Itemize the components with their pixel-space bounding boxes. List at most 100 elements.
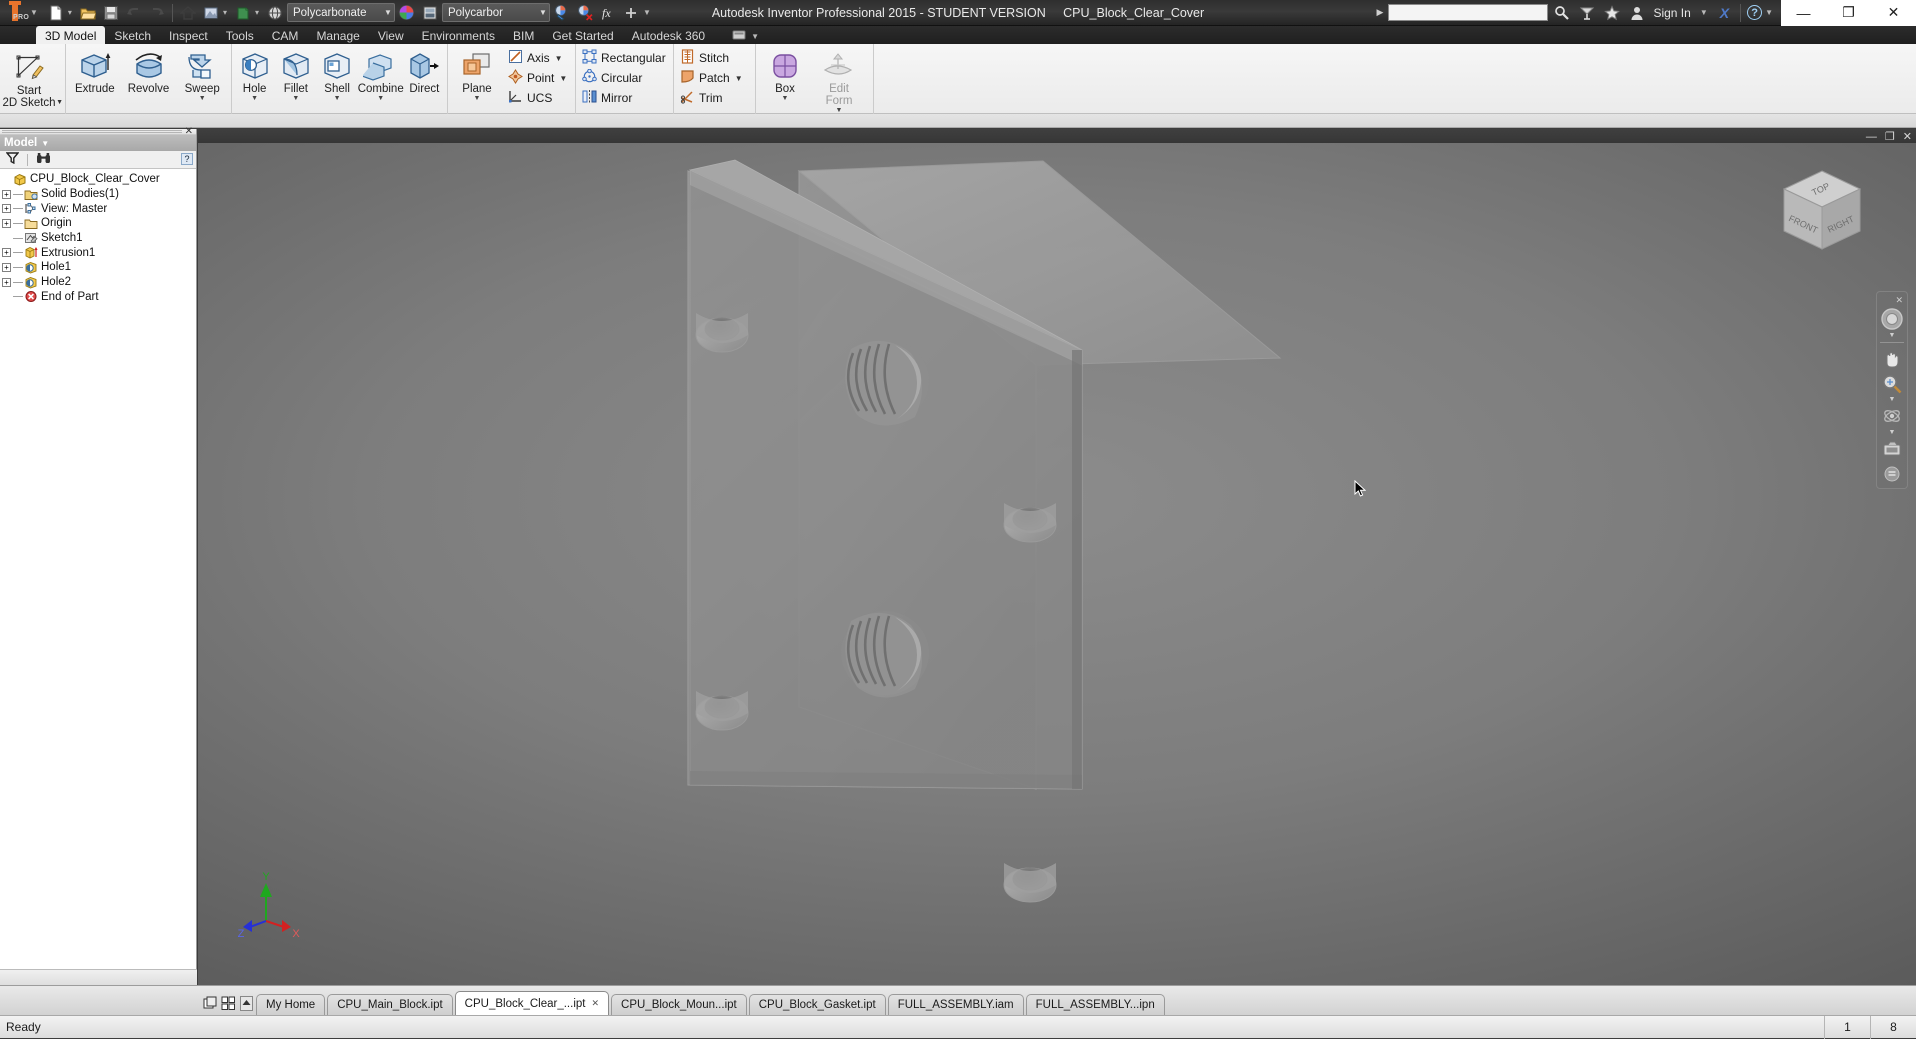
close-icon[interactable]: ✕ xyxy=(591,998,599,1009)
help-icon[interactable]: ? xyxy=(181,153,193,165)
3d-model-cpu-block-clear-cover[interactable] xyxy=(198,143,1916,985)
edit-form-button[interactable]: Edit Form ▼ xyxy=(812,47,866,114)
plane-button[interactable]: Plane ▼ xyxy=(450,47,504,111)
undo-icon[interactable] xyxy=(123,2,145,24)
user-account-icon[interactable] xyxy=(1626,2,1648,24)
communication-center-icon[interactable] xyxy=(1576,2,1598,24)
zoom-magnifier-icon[interactable] xyxy=(1879,373,1905,396)
scroll-up-icon[interactable] xyxy=(238,995,254,1011)
tree-node-sketch1[interactable]: Sketch1 xyxy=(2,231,196,246)
help-chevron-icon[interactable]: ▼ xyxy=(1765,8,1773,17)
adjust-appearance-icon[interactable] xyxy=(551,2,573,24)
doc-tab-full-assembly-ipn[interactable]: FULL_ASSEMBLY...ipn xyxy=(1025,994,1165,1015)
doc-tab-full-assembly-iam[interactable]: FULL_ASSEMBLY.iam xyxy=(887,994,1024,1015)
plane-chevron-icon[interactable]: ▼ xyxy=(474,95,481,102)
zoom-chevron-icon[interactable]: ▼ xyxy=(1889,396,1896,403)
ribbon-display-chevron-icon[interactable]: ▼ xyxy=(751,32,759,41)
binoculars-icon[interactable] xyxy=(36,152,51,167)
help-icon[interactable]: ? xyxy=(1747,5,1763,20)
tab-inspect[interactable]: Inspect xyxy=(160,26,217,44)
browser-close-icon[interactable]: ✕ xyxy=(185,126,193,137)
qat-overflow-chevron-icon[interactable]: ▼ xyxy=(643,8,651,17)
cascade-windows-icon[interactable] xyxy=(220,995,236,1011)
expander-icon[interactable]: + xyxy=(2,277,11,287)
stitch-button[interactable]: Stitch xyxy=(676,48,747,68)
point-chevron-icon[interactable]: ▼ xyxy=(559,74,567,83)
sweep-chevron-icon[interactable]: ▼ xyxy=(199,95,206,102)
appearance-swatch-icon[interactable] xyxy=(419,2,441,24)
doc-tab-cpu-block-clear[interactable]: CPU_Block_Clear_...ipt ✕ xyxy=(454,991,610,1015)
tab-manage[interactable]: Manage xyxy=(307,26,368,44)
tree-node-end-of-part[interactable]: End of Part xyxy=(2,290,196,305)
revolve-button[interactable]: Revolve xyxy=(122,47,176,111)
direct-button[interactable]: Direct xyxy=(404,47,445,111)
doc-tab-cpu-main-block[interactable]: CPU_Main_Block.ipt xyxy=(327,994,453,1015)
exchange-apps-icon[interactable]: X xyxy=(1715,5,1734,21)
tree-node-origin[interactable]: + Origin xyxy=(2,216,196,231)
tree-node-hole1[interactable]: + Hole1 xyxy=(2,260,196,275)
navbar-menu-icon[interactable] xyxy=(1879,462,1905,485)
app-menu-chevron-icon[interactable]: ▼ xyxy=(30,8,38,17)
favorites-star-icon[interactable] xyxy=(1601,2,1623,24)
appearance-chevron-icon[interactable]: ▾ xyxy=(223,8,227,17)
save-icon[interactable] xyxy=(100,2,122,24)
appearance-icon[interactable] xyxy=(200,2,222,24)
sign-in-chevron-icon[interactable]: ▼ xyxy=(1700,8,1708,17)
viewport-minimize-button[interactable]: — xyxy=(1866,132,1877,143)
axis-button[interactable]: Axis ▼ xyxy=(504,48,571,68)
parameters-fx-icon[interactable]: fx xyxy=(597,2,619,24)
material-icon[interactable] xyxy=(232,2,254,24)
search-icon[interactable] xyxy=(1551,2,1573,24)
extrude-button[interactable]: Extrude xyxy=(68,47,122,111)
tab-environments[interactable]: Environments xyxy=(413,26,504,44)
fillet-chevron-icon[interactable]: ▼ xyxy=(292,95,299,102)
expander-icon[interactable]: + xyxy=(2,248,11,258)
tree-node-view-master[interactable]: + View: Master xyxy=(2,201,196,216)
tab-sketch[interactable]: Sketch xyxy=(105,26,160,44)
axis-chevron-icon[interactable]: ▼ xyxy=(555,54,563,63)
shell-chevron-icon[interactable]: ▼ xyxy=(334,95,341,102)
freeform-box-button[interactable]: Box ▼ xyxy=(758,47,812,111)
view-cube[interactable]: TOP FRONT RIGHT xyxy=(1776,165,1868,257)
material-chevron-icon[interactable]: ▾ xyxy=(255,8,259,17)
orbit-icon[interactable] xyxy=(1879,405,1905,428)
expander-icon[interactable]: + xyxy=(2,189,11,199)
appearance-dropdown[interactable]: Polycarbor ▼ xyxy=(441,3,550,22)
doc-tab-cpu-block-moun[interactable]: CPU_Block_Moun...ipt xyxy=(611,994,747,1015)
freeform-box-chevron-icon[interactable]: ▼ xyxy=(782,95,789,102)
combine-button[interactable]: Combine ▼ xyxy=(358,47,404,111)
hole-chevron-icon[interactable]: ▼ xyxy=(251,95,258,102)
tree-node-cpu-block-clear-cover[interactable]: CPU_Block_Clear_Cover xyxy=(2,172,196,187)
minimize-button[interactable]: — xyxy=(1781,0,1826,26)
close-button[interactable]: ✕ xyxy=(1871,0,1916,26)
rectangular-pattern-button[interactable]: Rectangular xyxy=(578,48,670,68)
hole-button[interactable]: Hole ▼ xyxy=(234,47,275,111)
render-globe-icon[interactable] xyxy=(264,2,286,24)
browser-chevron-down-icon[interactable]: ▼ xyxy=(41,139,49,148)
expander-icon[interactable]: + xyxy=(2,262,11,272)
steering-wheel-icon[interactable] xyxy=(1879,307,1905,331)
look-at-icon[interactable] xyxy=(1879,438,1905,461)
expander-icon[interactable]: + xyxy=(2,218,11,228)
search-expand-chevron-icon[interactable]: ▶ xyxy=(1375,7,1386,18)
fillet-button[interactable]: Fillet ▼ xyxy=(275,47,316,111)
close-icon[interactable]: ✕ xyxy=(1895,296,1907,305)
tab-get-started[interactable]: Get Started xyxy=(543,26,622,44)
tree-node-extrusion1[interactable]: + Extrusion1 xyxy=(2,245,196,260)
tile-windows-icon[interactable] xyxy=(202,995,218,1011)
material-dropdown[interactable]: Polycarbonate ▼ xyxy=(286,3,395,22)
color-wheel-icon[interactable] xyxy=(396,2,418,24)
search-input[interactable] xyxy=(1388,4,1549,21)
ribbon-display-icon[interactable] xyxy=(732,29,746,44)
doc-tab-my-home[interactable]: My Home xyxy=(256,994,326,1015)
tab-cam[interactable]: CAM xyxy=(263,26,308,44)
maximize-restore-button[interactable]: ❐ xyxy=(1826,0,1871,26)
sweep-button[interactable]: Sweep ▼ xyxy=(175,47,229,111)
tab-bim[interactable]: BIM xyxy=(504,26,543,44)
tab-autodesk-360[interactable]: Autodesk 360 xyxy=(623,26,714,44)
clear-appearance-icon[interactable] xyxy=(574,2,596,24)
tab-3d-model[interactable]: 3D Model xyxy=(36,26,106,44)
circular-pattern-button[interactable]: Circular xyxy=(578,68,670,88)
combine-chevron-icon[interactable]: ▼ xyxy=(377,95,384,102)
mirror-button[interactable]: Mirror xyxy=(578,88,670,108)
